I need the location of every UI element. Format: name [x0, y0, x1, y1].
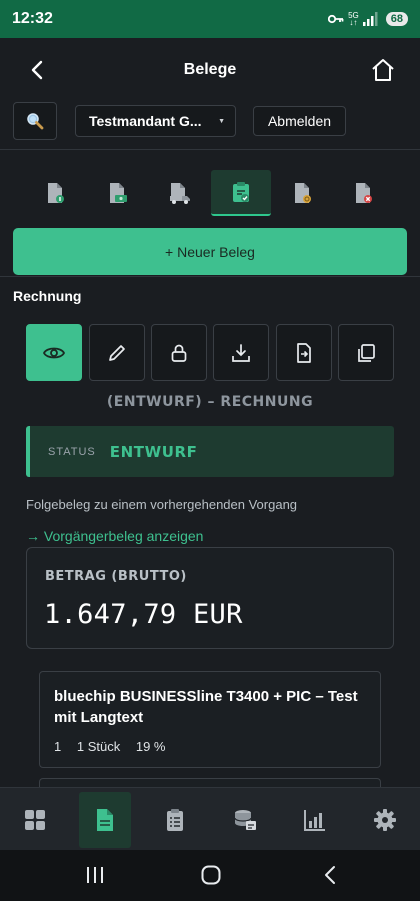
tab-order[interactable] [88, 170, 148, 216]
logout-button[interactable]: Abmelden [253, 106, 346, 136]
line-item-meta: 1 1 Stück 19 % [54, 739, 177, 754]
status-badge: ENTWURF [109, 442, 198, 461]
tab-credit[interactable] [273, 170, 333, 216]
download-button[interactable] [213, 324, 269, 381]
amount-value: 1.647,79 EUR [44, 599, 243, 630]
search-button[interactable] [13, 102, 57, 140]
home-button-icon[interactable] [200, 864, 222, 886]
document-coin-icon [295, 183, 311, 203]
amount-card: BETRAG (BRUTTO) 1.647,79 EUR [26, 547, 394, 649]
status-box: STATUS ENTWURF [26, 426, 394, 477]
app-header: Belege [0, 38, 420, 102]
copy-icon [358, 343, 375, 362]
status-time: 12:32 [12, 10, 53, 27]
database-icon [234, 810, 256, 830]
section-title: Rechnung [13, 288, 82, 304]
clipboard-list-icon [167, 809, 183, 831]
document-actions [26, 324, 394, 381]
document-type-tabs [0, 170, 420, 218]
lock-button[interactable] [151, 324, 207, 381]
copy-button[interactable] [338, 324, 394, 381]
back-arrow-icon[interactable] [26, 58, 50, 82]
amount-label: BETRAG (BRUTTO) [45, 569, 187, 584]
bar-chart-icon [304, 810, 325, 831]
page-title: Belege [183, 61, 237, 78]
nav-statistics[interactable] [289, 792, 341, 848]
tab-offer[interactable] [26, 170, 86, 216]
system-navigation-bar [0, 850, 420, 901]
document-info-icon [48, 183, 64, 203]
document-truck-icon [170, 183, 190, 204]
follow-up-note: Folgebeleg zu einem vorhergehenden Vorga… [26, 497, 298, 512]
divider [0, 276, 420, 277]
download-icon [232, 343, 250, 362]
nav-database[interactable] [219, 792, 271, 848]
file-export-icon [297, 342, 311, 363]
grid-icon [25, 810, 45, 830]
line-item-card[interactable]: bluechip BUSINESSline T3400 + PIC – Test… [39, 671, 381, 768]
nav-settings[interactable] [359, 792, 411, 848]
bottom-navigation [0, 787, 420, 850]
home-icon[interactable] [370, 57, 396, 83]
status-label: STATUS [48, 445, 96, 458]
network-indicator: 5G ↓↑ [348, 11, 359, 27]
eye-icon [42, 347, 66, 358]
line-item-position: 1 [54, 739, 62, 754]
nav-tasks[interactable] [149, 792, 201, 848]
nav-documents[interactable] [79, 792, 131, 848]
nav-dashboard[interactable] [9, 792, 61, 848]
chevron-down-icon: ▼ [218, 117, 225, 125]
document-cancel-icon [356, 183, 372, 203]
status-icons: 5G ↓↑ 68 [328, 11, 408, 27]
battery-indicator: 68 [385, 12, 408, 26]
signal-icon [362, 12, 378, 26]
mandant-select-value: Testmandant G... [89, 113, 202, 129]
view-button[interactable] [26, 324, 82, 381]
toolbar: Testmandant G... ▼ Abmelden [0, 102, 420, 150]
document-money-icon [110, 183, 127, 203]
mandant-select[interactable]: Testmandant G... ▼ [75, 105, 236, 137]
clipboard-check-icon [233, 182, 249, 202]
new-document-button[interactable]: + Neuer Beleg [13, 228, 407, 275]
edit-button[interactable] [89, 324, 145, 381]
gear-icon [374, 809, 396, 831]
tab-invoice[interactable] [211, 170, 271, 216]
tab-delivery[interactable] [150, 170, 210, 216]
key-icon [328, 14, 344, 24]
pencil-icon [109, 344, 125, 361]
search-icon [27, 113, 44, 130]
previous-document-link[interactable]: → Vorgängerbeleg anzeigen [26, 528, 203, 544]
line-item-title: bluechip BUSINESSline T3400 + PIC – Test… [54, 688, 358, 726]
document-heading: (ENTWURF) – RECHNUNG [106, 394, 314, 410]
system-back-icon[interactable] [320, 864, 342, 886]
lock-icon [171, 344, 187, 362]
line-item-tax: 19 % [135, 739, 166, 754]
recent-apps-icon[interactable] [84, 864, 106, 886]
document-icon [97, 809, 113, 831]
status-bar: 12:32 5G ↓↑ 68 [0, 0, 420, 38]
export-button[interactable] [276, 324, 332, 381]
tab-cancellation[interactable] [334, 170, 394, 216]
line-item-quantity: 1 Stück [76, 739, 121, 754]
